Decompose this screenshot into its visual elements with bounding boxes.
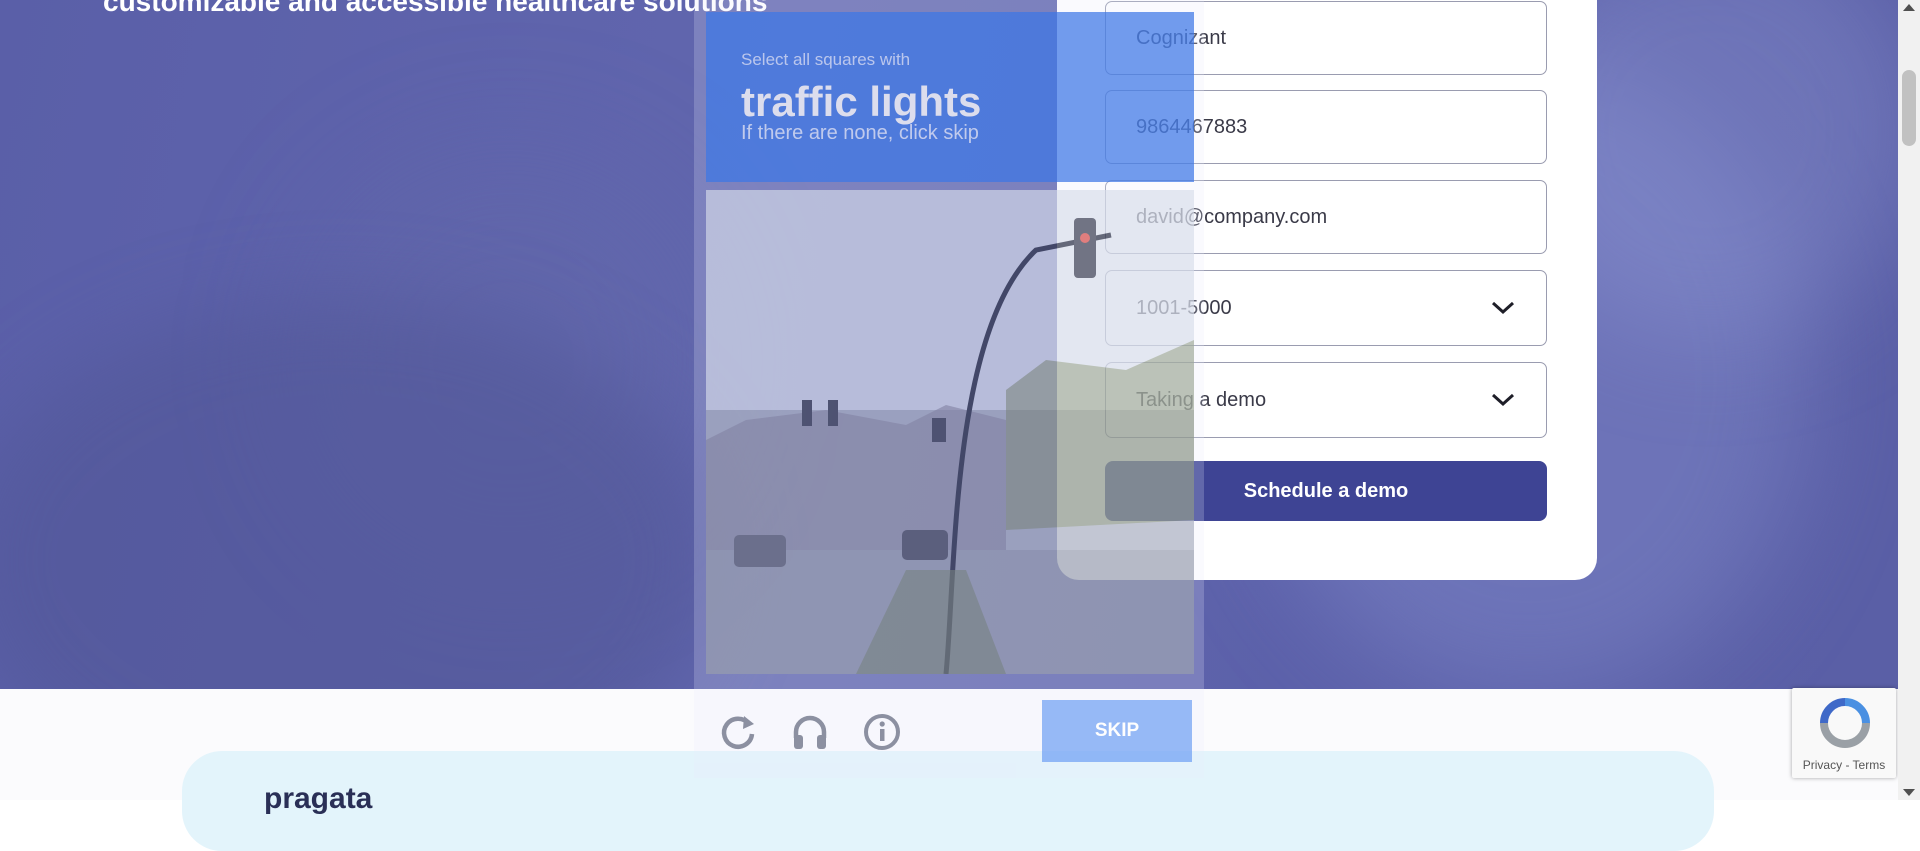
scroll-down-icon[interactable]	[1903, 789, 1915, 796]
captcha-header: Select all squares with traffic lights I…	[706, 12, 1194, 182]
hero-headline: customizable and accessible healthcare s…	[103, 0, 768, 17]
recaptcha-badge[interactable]: Privacy - Terms	[1792, 688, 1896, 778]
page-scrollbar[interactable]	[1898, 0, 1920, 800]
lower-card-heading: pragata	[264, 782, 373, 815]
chevron-down-icon	[1491, 301, 1515, 315]
captcha-target: traffic lights	[741, 78, 982, 125]
reload-icon[interactable]	[718, 712, 758, 752]
captcha-tile[interactable]	[952, 312, 1071, 430]
captcha-tile[interactable]	[829, 312, 948, 430]
recaptcha-challenge: Select all squares with traffic lights I…	[694, 0, 1204, 778]
captcha-tile[interactable]	[1075, 190, 1194, 308]
captcha-tile[interactable]	[829, 190, 948, 308]
captcha-tile[interactable]	[706, 312, 825, 430]
captcha-tile[interactable]	[829, 434, 948, 552]
captcha-tile[interactable]	[1075, 312, 1194, 430]
captcha-instruction: Select all squares with	[741, 50, 911, 69]
captcha-footer: SKIP	[694, 688, 1204, 778]
captcha-tile[interactable]	[829, 556, 948, 674]
headphones-icon[interactable]	[790, 712, 830, 752]
captcha-tile[interactable]	[706, 434, 825, 552]
captcha-tile-grid	[706, 190, 1194, 674]
captcha-tile[interactable]	[706, 556, 825, 674]
skip-button[interactable]: SKIP	[1042, 700, 1192, 762]
captcha-tile[interactable]	[1075, 434, 1194, 552]
recaptcha-links[interactable]: Privacy - Terms	[1792, 758, 1896, 772]
chevron-down-icon	[1491, 393, 1515, 407]
scroll-up-icon[interactable]	[1903, 4, 1915, 11]
captcha-hint: If there are none, click skip	[741, 122, 979, 144]
captcha-tile[interactable]	[952, 434, 1071, 552]
info-icon[interactable]	[862, 712, 902, 752]
captcha-tile[interactable]	[952, 556, 1071, 674]
recaptcha-logo-icon	[1820, 698, 1870, 748]
scrollbar-thumb[interactable]	[1902, 70, 1916, 146]
captcha-tile[interactable]	[1075, 556, 1194, 674]
captcha-tile[interactable]	[952, 190, 1071, 308]
captcha-tile[interactable]	[706, 190, 825, 308]
